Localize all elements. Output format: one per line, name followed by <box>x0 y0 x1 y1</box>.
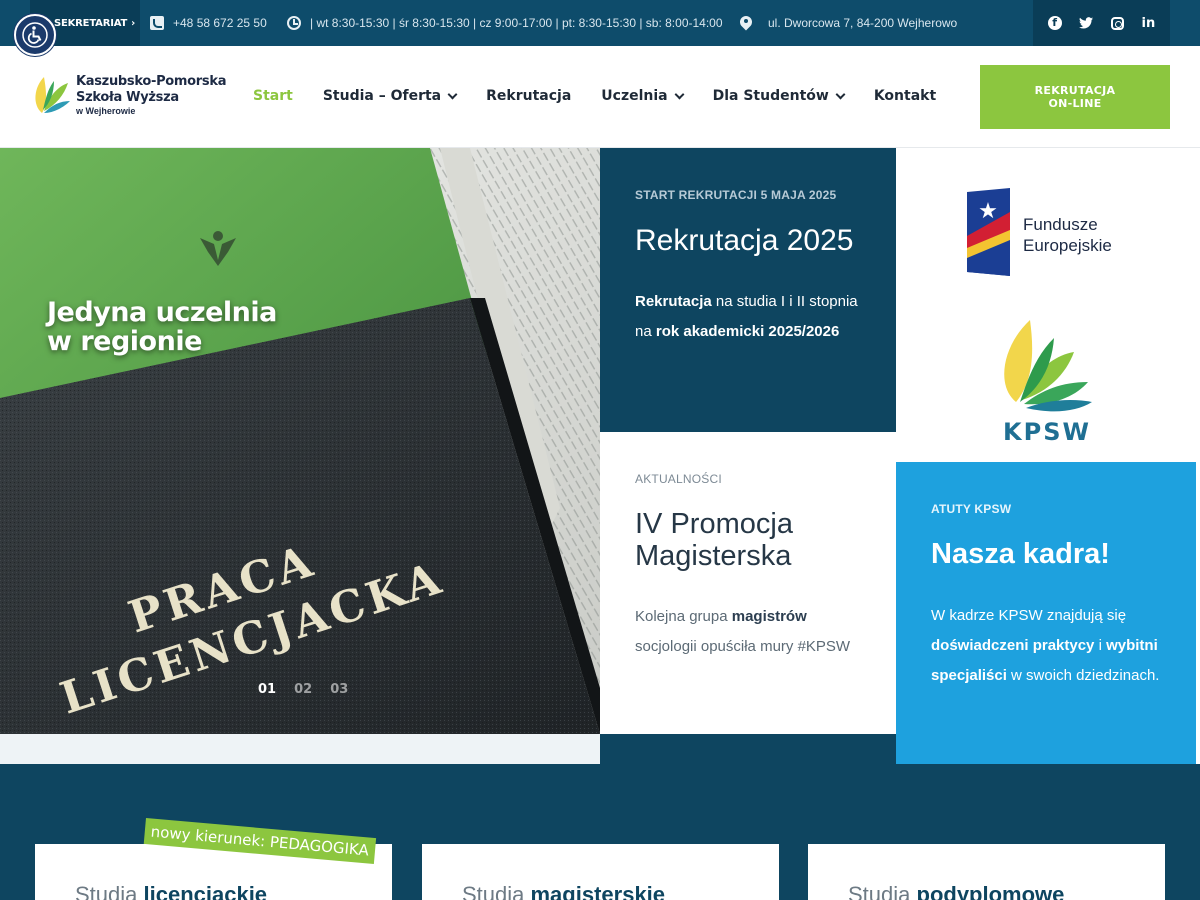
nav-item-studia-oferta[interactable]: Studia – Oferta <box>322 88 458 104</box>
chevron-down-icon <box>447 89 458 99</box>
nav-item-kontakt[interactable]: Kontakt <box>874 88 936 104</box>
nav-item-label: Kontakt <box>873 88 937 104</box>
hero-image: PRACA LICENCJACKA <box>0 148 600 734</box>
news-text-1: Kolejna grupa <box>635 608 732 625</box>
svg-text:★: ★ <box>978 198 998 223</box>
recruitment-kicker: START REKRUTACJI 5 MAJA 2025 <box>635 188 837 202</box>
kpsw-leaf-logo-icon <box>35 77 70 113</box>
recruitment-bold-2: rok akademicki 2025/2026 <box>655 323 840 340</box>
nav-item-label: Uczelnia <box>601 88 668 104</box>
slider-pagination: 01 02 03 <box>258 682 348 697</box>
staff-kicker: ATUTY KPSW <box>931 502 1012 516</box>
address-text: ul. Dworcowa 7, 84-200 Wejherowo <box>768 16 958 30</box>
study-type: podyplomowe <box>916 882 1065 900</box>
social-links: f in <box>1033 0 1170 46</box>
news-card[interactable]: AKTUALNOŚCI IV Promocja Magisterska Kole… <box>600 432 896 734</box>
clock-icon <box>287 16 301 30</box>
nav-item-label: Start <box>253 88 293 104</box>
cta-line-1: REKRUTACJA <box>1034 84 1116 97</box>
slider-dot-3[interactable]: 03 <box>330 682 348 697</box>
chevron-down-icon <box>835 89 846 99</box>
chevron-right-icon: › <box>131 17 136 29</box>
instagram-icon[interactable] <box>1106 12 1128 34</box>
top-info-bar: SEKRETARIAT › +48 58 672 25 50 | wt 8:30… <box>0 0 1200 46</box>
recruitment-card[interactable]: START REKRUTACJI 5 MAJA 2025 Rekrutacja … <box>600 148 896 432</box>
nav-item-dla-studentow[interactable]: Dla Studentów <box>712 88 846 104</box>
eu-funds-panel: ★ Fundusze Europejskie KPSW <box>896 148 1200 462</box>
staff-text-2: i <box>1094 637 1107 654</box>
nav-item-label: Studia – Oferta <box>322 88 442 104</box>
hero-caption: Jedyna uczelnia w regionie <box>47 298 277 356</box>
study-card-magisterskie[interactable]: Studia magisterskie <box>422 844 779 900</box>
site-header: Kaszubsko-Pomorska Szkoła Wyższa w Wejhe… <box>0 46 1200 148</box>
staff-text-1: W kadrze KPSW znajdują się <box>931 607 1127 624</box>
accessibility-button[interactable] <box>14 14 56 56</box>
secretariat-label: SEKRETARIAT <box>54 17 128 29</box>
cta-line-2: ON-LINE <box>1048 97 1102 110</box>
hero-bottom-strip <box>0 734 600 764</box>
nav-item-label: Dla Studentów <box>712 88 829 104</box>
staff-card[interactable]: ATUTY KPSW Nasza kadra! W kadrze KPSW zn… <box>896 462 1196 764</box>
chevron-down-icon <box>674 89 685 99</box>
twitter-icon[interactable] <box>1075 12 1097 34</box>
hero-slider[interactable]: PRACA LICENCJACKA Jedyna uczelnia w regi… <box>0 148 600 734</box>
slider-dot-2[interactable]: 02 <box>294 682 312 697</box>
nav-item-start[interactable]: Start <box>253 88 293 104</box>
news-title[interactable]: IV Promocja Magisterska <box>635 508 861 572</box>
location-pin-icon <box>740 16 754 30</box>
study-card-podyplomowe[interactable]: Studia podyplomowe <box>808 844 1165 900</box>
kpsw-logo[interactable]: KPSW <box>992 316 1102 444</box>
staff-description: W kadrze KPSW znajdują się doświadczeni … <box>931 601 1161 691</box>
staff-text-3: w swoich dziedzinach. <box>1006 667 1160 684</box>
facebook-icon[interactable]: f <box>1044 12 1066 34</box>
recruitment-bold-1: Rekrutacja <box>635 293 712 310</box>
phone-number[interactable]: +48 58 672 25 50 <box>173 16 267 30</box>
phone-icon <box>150 16 164 30</box>
hero-caption-line-1: Jedyna uczelnia <box>47 297 277 328</box>
site-logo[interactable]: Kaszubsko-Pomorska Szkoła Wyższa w Wejhe… <box>30 74 226 116</box>
news-description: Kolejna grupa magistrów socjologii opuśc… <box>635 602 861 662</box>
nav-item-label: Rekrutacja <box>486 88 572 104</box>
online-recruitment-button[interactable]: REKRUTACJA ON-LINE <box>980 65 1170 129</box>
study-type: magisterskie <box>530 882 666 900</box>
nav-item-rekrutacja[interactable]: Rekrutacja <box>486 88 571 104</box>
recruitment-title[interactable]: Rekrutacja 2025 <box>635 224 861 257</box>
address-info: ul. Dworcowa 7, 84-200 Wejherowo <box>740 0 957 46</box>
recruitment-description: Rekrutacja na studia I i II stopnia na r… <box>635 287 861 347</box>
linkedin-icon[interactable]: in <box>1137 12 1159 34</box>
wheelchair-icon <box>22 22 48 48</box>
main-navigation: Start Studia – Oferta Rekrutacja Uczelni… <box>253 46 966 146</box>
news-text-2: socjologii opuściła mury #KPSW <box>635 638 851 655</box>
eu-funds-logo[interactable]: ★ Fundusze Europejskie <box>964 188 1134 278</box>
study-prefix: Studia <box>462 882 531 900</box>
logo-line-3: w Wejherowie <box>76 106 136 116</box>
staff-bold-1: doświadczeni praktycy <box>931 637 1095 654</box>
kpsw-logo-label: KPSW <box>1003 418 1091 444</box>
hero-caption-line-2: w regionie <box>47 326 202 357</box>
slider-dot-1[interactable]: 01 <box>258 682 276 697</box>
phone-info[interactable]: +48 58 672 25 50 <box>150 0 267 46</box>
funds-line-1: Fundusze <box>1023 215 1098 234</box>
news-bold-1: magistrów <box>731 608 807 625</box>
navy-divider <box>600 734 896 764</box>
logo-line-1: Kaszubsko-Pomorska <box>76 74 227 89</box>
opening-hours: | wt 8:30-15:30 | śr 8:30-15:30 | cz 9:0… <box>287 0 723 46</box>
staff-title[interactable]: Nasza kadra! <box>931 538 1161 571</box>
funds-line-2: Europejskie <box>1023 236 1112 255</box>
logo-text: Kaszubsko-Pomorska Szkoła Wyższa w Wejhe… <box>76 74 226 116</box>
logo-line-2: Szkoła Wyższa <box>76 90 179 105</box>
study-prefix: Studia <box>75 882 144 900</box>
news-kicker: AKTUALNOŚCI <box>635 472 722 486</box>
study-prefix: Studia <box>848 882 917 900</box>
study-type: licencjackie <box>143 882 268 900</box>
opening-hours-text: | wt 8:30-15:30 | śr 8:30-15:30 | cz 9:0… <box>310 16 723 30</box>
nav-item-uczelnia[interactable]: Uczelnia <box>601 88 685 104</box>
